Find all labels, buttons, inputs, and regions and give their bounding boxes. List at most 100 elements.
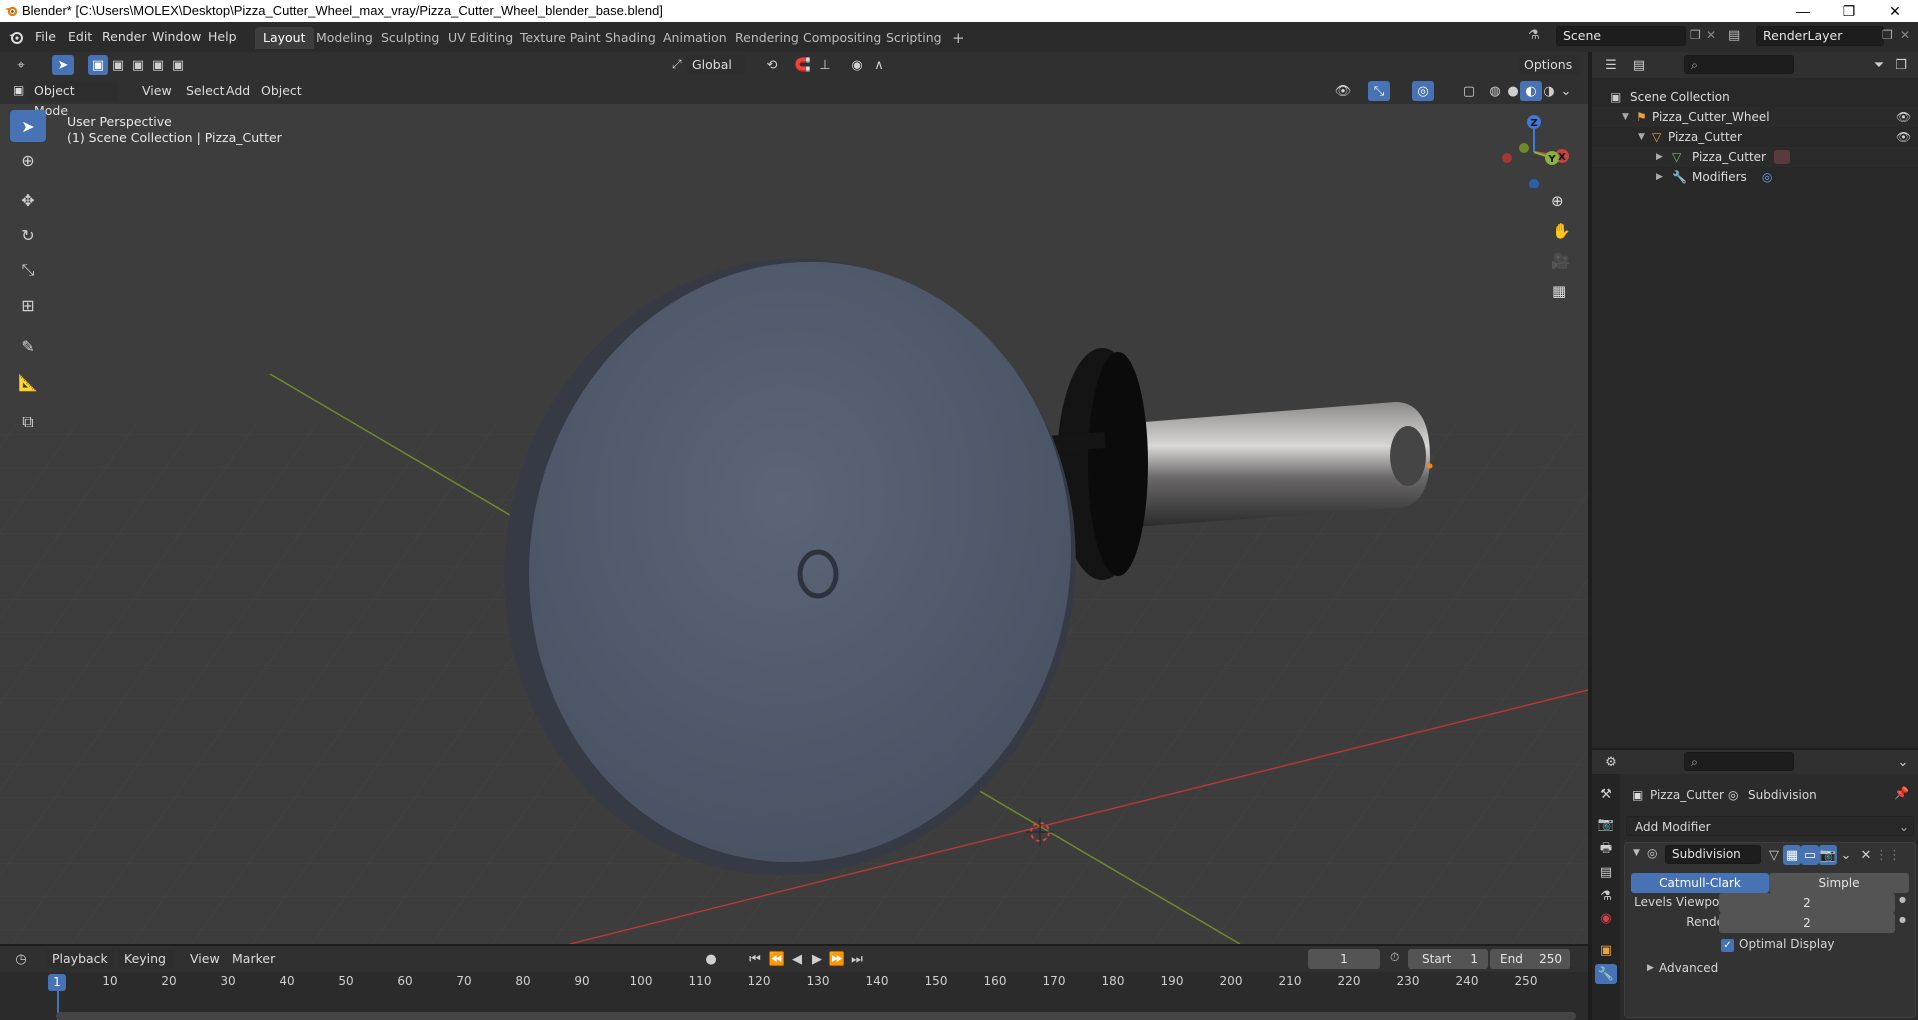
levels-viewport-field[interactable]: 2 [1719, 893, 1895, 913]
advanced-section-label[interactable]: Advanced [1659, 961, 1718, 975]
rotate-tool-icon[interactable]: ↻ [10, 219, 46, 251]
remove-modifier-icon[interactable]: ✕ [1857, 845, 1875, 865]
timeline-menu-view[interactable]: View [184, 949, 226, 969]
expand-arrow-icon[interactable]: ▶ [1647, 963, 1654, 973]
render-levels-field[interactable]: 2 [1719, 913, 1895, 933]
transform-tool-icon[interactable]: ⊞ [10, 289, 46, 321]
properties-editor-icon[interactable]: ⚙ [1600, 752, 1622, 772]
snap-icon[interactable]: 🧲 [792, 55, 814, 75]
tab-modeling[interactable]: Modeling [308, 27, 381, 49]
expand-arrow-icon[interactable]: ▼ [1638, 127, 1645, 147]
options-dropdown[interactable]: Options [1518, 55, 1580, 75]
keying-dropdown[interactable]: Keying [118, 949, 174, 969]
proportional-edit-icon[interactable]: ◉ [846, 55, 868, 75]
add-workspace-button[interactable]: + [944, 27, 973, 49]
scale-tool-icon[interactable]: ⤡ [10, 254, 46, 286]
pivot-point-icon[interactable]: ⟲ [758, 55, 786, 75]
pan-hand-icon[interactable]: ✋ [1552, 222, 1571, 240]
select-box-tool-icon[interactable]: ➤ [10, 110, 46, 142]
edit-mode-toggle-icon[interactable]: ▽ [1765, 845, 1783, 865]
jump-end-icon[interactable]: ⏭ [846, 949, 868, 969]
jump-keyframe-back-icon[interactable]: ⏪ [766, 949, 788, 969]
render-tab-icon[interactable]: 📷 [1595, 814, 1617, 834]
visibility-icon[interactable]: 👁 [1332, 81, 1354, 101]
tab-scripting[interactable]: Scripting [878, 27, 950, 49]
timeline-ruler[interactable]: 10 20 30 40 50 60 70 80 90 100 110 120 130 140 150 160 1… [0, 972, 1588, 1020]
keyframe-dot-icon[interactable]: ● [1899, 915, 1906, 924]
shading-options-icon[interactable]: ⌄ [1558, 81, 1574, 101]
delete-scene-icon[interactable]: ✕ [1706, 28, 1716, 42]
select-subtract-icon[interactable]: ▣ [128, 55, 148, 75]
auto-keying-icon[interactable]: ● [700, 949, 722, 969]
move-tool-icon[interactable]: ✥ [10, 184, 46, 216]
display-mode-icon[interactable]: ▤ [1628, 55, 1650, 75]
render-toggle-icon[interactable]: 📷 [1819, 845, 1837, 865]
3d-viewport[interactable]: User Perspective (1) Scene Collection | … [0, 104, 1588, 944]
start-frame-field[interactable]: Start 1 [1408, 949, 1488, 969]
new-view-layer-icon[interactable]: ❐ [1882, 28, 1893, 42]
expand-arrow-icon[interactable]: ▶ [1656, 147, 1663, 167]
transform-orientation-dropdown[interactable]: Global [686, 55, 746, 75]
object-tab-icon[interactable]: ▣ [1595, 940, 1617, 960]
scene-tab-icon[interactable]: ⚗ [1595, 886, 1617, 906]
output-tab-icon[interactable]: 🖶 [1595, 840, 1617, 860]
view-layer-icon[interactable]: ▤ [1728, 28, 1740, 43]
timeline-editor-icon[interactable]: ◷ [10, 949, 32, 969]
maximize-button[interactable]: ❐ [1826, 0, 1872, 22]
properties-options-icon[interactable]: ⌄ [1892, 752, 1914, 772]
view-layer-field[interactable]: RenderLayer [1756, 26, 1884, 46]
outliner-row-scene-collection[interactable]: ▣ Scene Collection [1592, 87, 1918, 107]
delete-view-layer-icon[interactable]: ✕ [1900, 28, 1910, 42]
outliner-row-mesh[interactable]: ▶ ▽ Pizza_Cutter [1592, 147, 1918, 167]
measure-tool-icon[interactable]: 📐 [10, 366, 46, 398]
zoom-icon[interactable]: ⊕ [1551, 192, 1564, 210]
view-layer-tab-icon[interactable]: ▤ [1595, 862, 1617, 882]
playback-dropdown[interactable]: Playback [46, 949, 114, 969]
new-collection-icon[interactable]: ❐ [1890, 55, 1912, 75]
select-new-icon[interactable]: ▣ [88, 55, 108, 75]
menu-render[interactable]: Render [96, 27, 153, 47]
tab-compositing[interactable]: Compositing [795, 27, 889, 49]
blender-menu-icon[interactable] [8, 29, 24, 45]
catmull-clark-button[interactable]: Catmull-Clark [1631, 873, 1769, 893]
preview-range-icon[interactable]: ⏱ [1390, 950, 1399, 965]
annotate-tool-icon[interactable]: ✎ [10, 330, 46, 362]
gizmo-toggle-icon[interactable]: ⤡ [1368, 81, 1390, 101]
overlay-toggle-icon[interactable]: ◎ [1412, 81, 1434, 101]
snap-target-icon[interactable]: ⊥ [812, 55, 838, 75]
viewport-menu-view[interactable]: View [136, 81, 178, 101]
menu-window[interactable]: Window [146, 27, 207, 47]
cursor-tool-icon[interactable]: ⊕ [10, 144, 46, 176]
modifier-name-field[interactable]: Subdivision [1665, 845, 1761, 864]
new-scene-icon[interactable]: ❐ [1690, 28, 1701, 42]
pin-icon[interactable]: 📌 [1894, 786, 1909, 800]
expand-arrow-icon[interactable]: ▶ [1656, 167, 1663, 187]
select-intersect-icon[interactable]: ▣ [168, 55, 188, 75]
falloff-icon[interactable]: ∧ [866, 55, 892, 75]
visibility-eye-icon[interactable]: 👁 [1896, 127, 1911, 147]
current-frame-field[interactable]: 1 [1308, 949, 1380, 969]
select-invert-icon[interactable]: ▣ [148, 55, 168, 75]
select-extend-icon[interactable]: ▣ [108, 55, 128, 75]
menu-file[interactable]: File [29, 27, 62, 47]
jump-keyframe-forward-icon[interactable]: ⏩ [826, 949, 848, 969]
jump-start-icon[interactable]: ⏮ [744, 949, 766, 969]
viewport-menu-add[interactable]: Add [220, 81, 256, 101]
mode-dropdown[interactable]: Object Mode [28, 81, 118, 118]
tab-uv-editing[interactable]: UV Editing [440, 27, 521, 49]
drag-handle-icon[interactable]: ⋮⋮ [1875, 845, 1901, 865]
outliner-row-collection[interactable]: ▼ ⚑ Pizza_Cutter_Wheel 👁 [1592, 107, 1918, 127]
tool-tab-icon[interactable]: ⚒ [1595, 784, 1617, 804]
outliner-editor-icon[interactable]: ☰ [1600, 55, 1622, 75]
editor-type-icon[interactable]: ⌖ [10, 55, 32, 75]
timeline-scrollbar[interactable] [56, 1012, 1576, 1020]
menu-edit[interactable]: Edit [62, 27, 98, 47]
playhead[interactable]: 1 [48, 974, 66, 991]
add-modifier-dropdown[interactable]: Add Modifier ⌄ [1626, 816, 1914, 836]
add-cube-tool-icon[interactable]: ⧉ [10, 406, 46, 438]
collapse-arrow-icon[interactable]: ▼ [1633, 848, 1640, 858]
tab-texture-paint[interactable]: Texture Paint [512, 27, 609, 49]
outliner-row-modifiers[interactable]: ▶ 🔧 Modifiers ◎ [1592, 167, 1918, 187]
minimize-button[interactable]: — [1780, 0, 1826, 22]
scene-icon[interactable]: ⚗ [1528, 28, 1540, 43]
